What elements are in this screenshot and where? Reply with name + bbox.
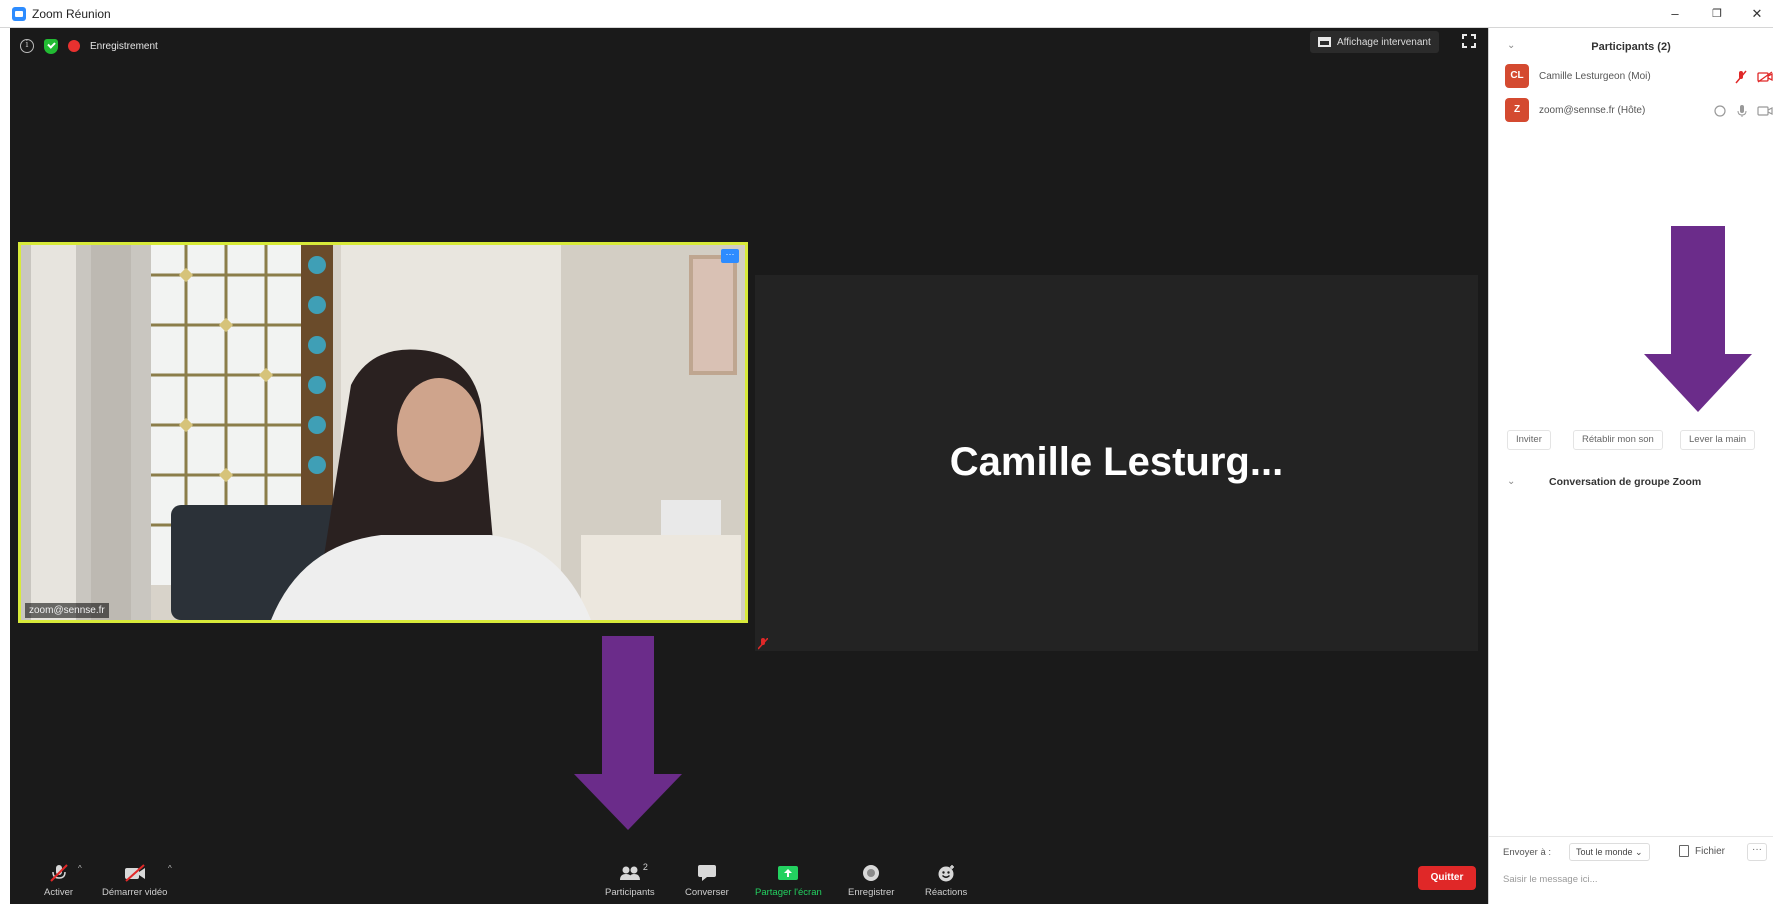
- mic-muted-icon: [1735, 70, 1747, 84]
- fullscreen-icon[interactable]: [1462, 34, 1476, 48]
- recording-dot-icon: [68, 40, 80, 52]
- meeting-area: i Enregistrement Affichage intervenant ·…: [10, 28, 1488, 904]
- send-to-label: Envoyer à :: [1503, 847, 1552, 858]
- participants-icon: [619, 866, 640, 880]
- annotation-arrow-bottom-head: [574, 774, 682, 830]
- avatar: Z: [1505, 98, 1529, 122]
- participants-actions: Inviter Rétablir mon son Lever la main: [1489, 430, 1773, 452]
- mute-label: Activer: [44, 887, 74, 898]
- close-window-button[interactable]: ✕: [1745, 4, 1769, 24]
- raise-hand-button[interactable]: Lever la main: [1680, 430, 1756, 450]
- chat-title: Conversation de groupe Zoom: [1549, 476, 1702, 488]
- security-shield-icon[interactable]: [44, 38, 58, 54]
- share-screen-button[interactable]: Partager l'écran: [755, 864, 822, 898]
- video-off-icon: [1757, 71, 1773, 83]
- participant-row[interactable]: Z zoom@sennse.fr (Hôte): [1505, 98, 1773, 126]
- screen-share-icon: [1714, 105, 1726, 117]
- muted-mic-icon: [758, 638, 768, 650]
- participant-name: zoom@sennse.fr (Hôte): [1539, 105, 1646, 116]
- file-label: Fichier: [1695, 845, 1726, 857]
- chat-message-input[interactable]: [1503, 869, 1758, 889]
- annotation-arrow-right-head: [1644, 354, 1752, 412]
- mic-icon: [1737, 105, 1747, 117]
- zoom-app-icon: [12, 7, 26, 21]
- video-options-caret[interactable]: ^: [168, 864, 172, 873]
- record-icon: [863, 865, 880, 881]
- meeting-status-bar: i Enregistrement: [20, 36, 158, 56]
- mute-button[interactable]: Activer: [44, 864, 73, 898]
- reactions-button[interactable]: Réactions: [925, 864, 967, 898]
- share-screen-label: Partager l'écran: [755, 887, 822, 898]
- share-screen-icon: [778, 866, 799, 880]
- video-tile-name: zoom@sennse.fr: [25, 603, 109, 618]
- video-feed-image: [21, 245, 745, 620]
- speaker-view-button[interactable]: Affichage intervenant: [1310, 31, 1439, 53]
- video-icon: [1757, 106, 1773, 116]
- chat-composer: Envoyer à : Tout le monde ⌄ Fichier ···: [1489, 836, 1773, 904]
- participants-count: 2: [642, 862, 648, 872]
- audio-options-caret[interactable]: ^: [78, 864, 82, 873]
- participant-name-tile[interactable]: Camille Lesturg...: [755, 275, 1478, 651]
- chat-header: ⌄ Conversation de groupe Zoom: [1489, 474, 1773, 494]
- meeting-toolbar: Activer ^ Démarrer vidéo ^ 2 Participant…: [10, 858, 1488, 904]
- avatar: CL: [1505, 64, 1529, 88]
- tile-options-button[interactable]: ···: [721, 249, 739, 263]
- participants-header: ⌄ Participants (2): [1489, 36, 1773, 58]
- active-video-tile[interactable]: ··· zoom@sennse.fr: [18, 242, 748, 623]
- participants-label: Participants: [605, 887, 655, 898]
- video-off-icon: [124, 864, 145, 882]
- reactions-label: Réactions: [925, 887, 968, 898]
- participant-name: Camille Lesturgeon (Moi): [1539, 71, 1651, 82]
- quit-meeting-button[interactable]: Quitter: [1418, 866, 1476, 890]
- file-icon: [1679, 845, 1689, 857]
- window-titlebar: Zoom Réunion – ❐ ✕: [0, 0, 1773, 28]
- info-icon[interactable]: i: [20, 39, 34, 53]
- record-button[interactable]: Enregistrer: [848, 864, 894, 898]
- mic-muted-icon: [49, 864, 68, 882]
- start-video-label: Démarrer vidéo: [102, 887, 168, 898]
- speaker-view-label: Affichage intervenant: [1337, 36, 1431, 48]
- recipient-select[interactable]: Tout le monde ⌄: [1569, 843, 1650, 861]
- annotation-arrow-bottom: [602, 636, 654, 774]
- participant-row[interactable]: CL Camille Lesturgeon (Moi): [1505, 64, 1773, 92]
- recording-label: Enregistrement: [90, 40, 158, 52]
- chat-button[interactable]: Converser: [685, 864, 729, 898]
- annotation-arrow-right: [1671, 226, 1725, 354]
- participants-title: Participants (2): [1591, 41, 1671, 53]
- collapse-chevron-icon[interactable]: ⌄: [1507, 476, 1515, 487]
- chat-label: Converser: [685, 887, 729, 898]
- file-button[interactable]: Fichier: [1679, 845, 1725, 857]
- invite-button[interactable]: Inviter: [1507, 430, 1551, 450]
- record-label: Enregistrer: [848, 887, 895, 898]
- restore-sound-button[interactable]: Rétablir mon son: [1573, 430, 1663, 450]
- minimize-button[interactable]: –: [1663, 4, 1687, 24]
- participants-panel: ⌄ Participants (2) CL Camille Lesturgeon…: [1488, 28, 1773, 904]
- more-options-button[interactable]: ···: [1747, 843, 1767, 861]
- participant-display-name: Camille Lesturg...: [949, 440, 1284, 484]
- start-video-button[interactable]: Démarrer vidéo: [102, 864, 167, 898]
- participants-button[interactable]: 2 Participants: [605, 862, 655, 898]
- reactions-emoji-icon: [938, 865, 955, 882]
- speaker-view-icon: [1318, 37, 1331, 47]
- chat-bubble-icon: [697, 865, 716, 881]
- restore-button[interactable]: ❐: [1705, 4, 1729, 24]
- window-title: Zoom Réunion: [32, 7, 111, 21]
